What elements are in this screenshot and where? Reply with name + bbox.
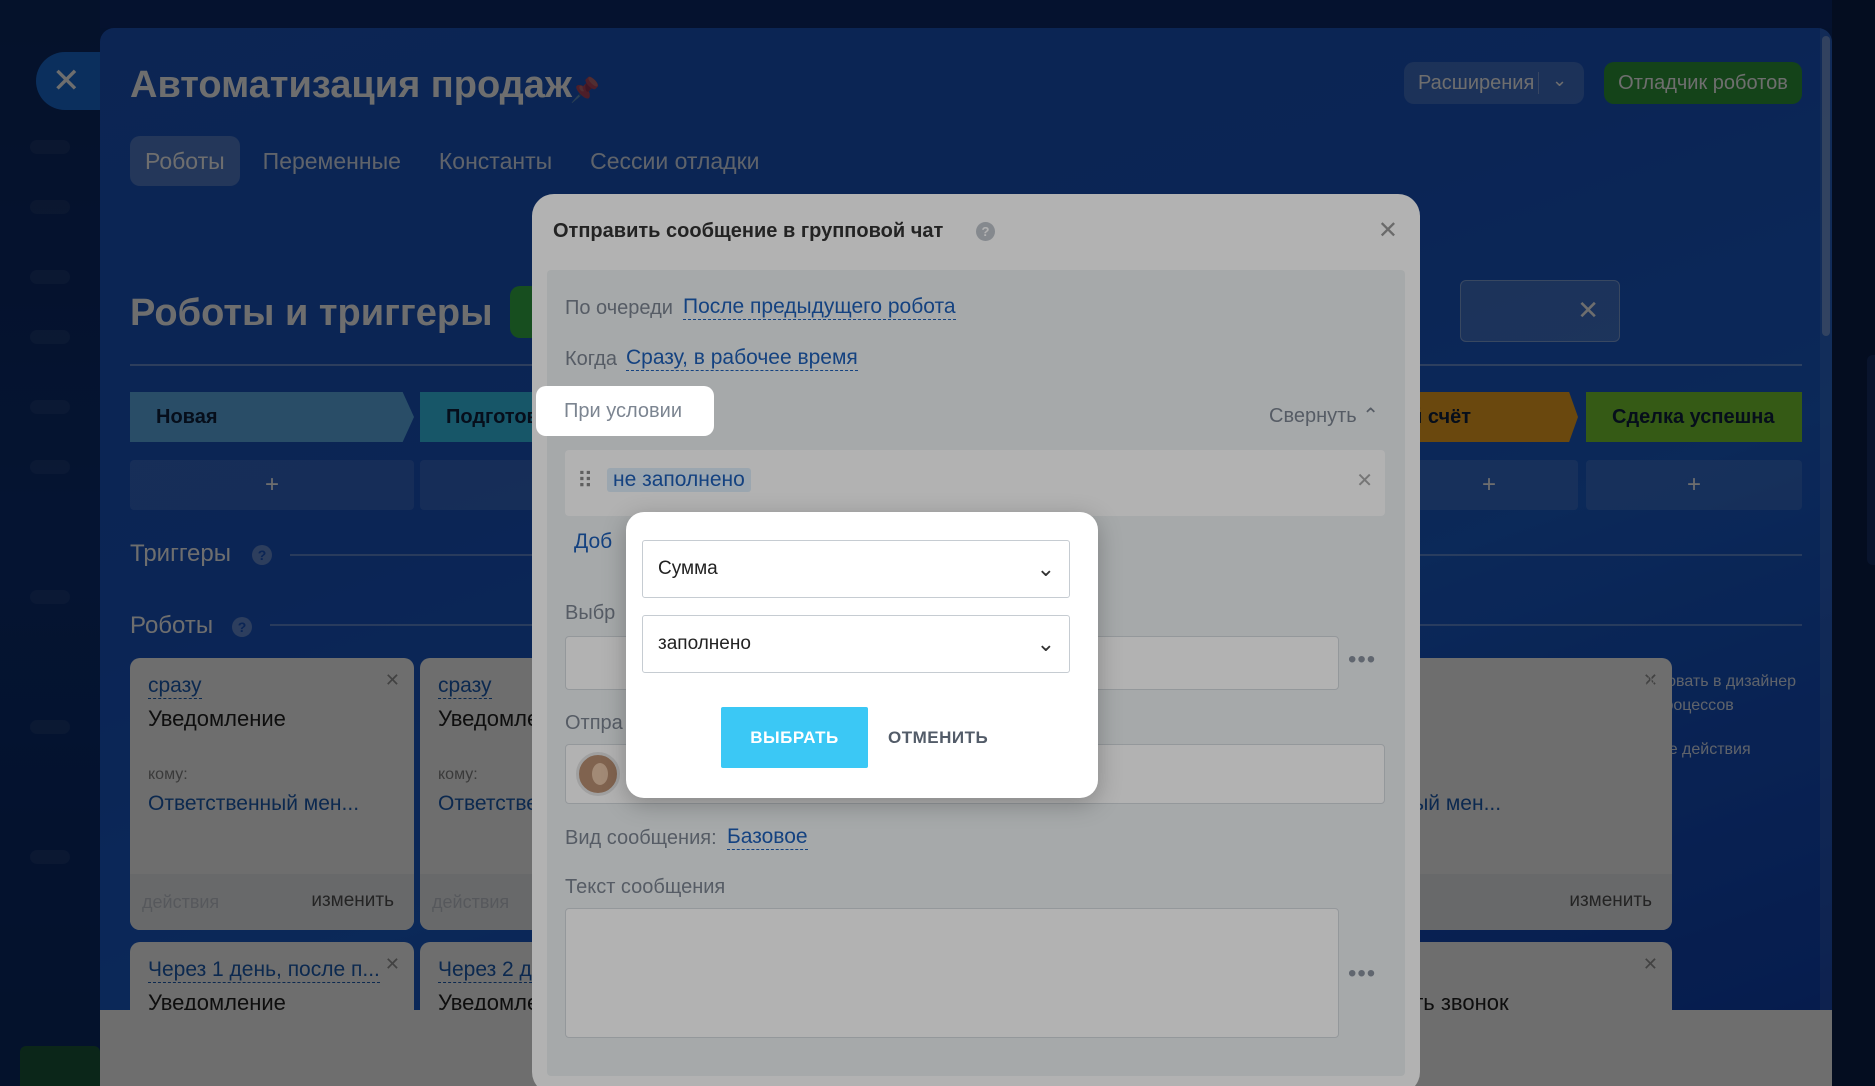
condition-label: При условии <box>536 386 714 436</box>
cancel-button[interactable]: ОТМЕНИТЬ <box>888 707 988 768</box>
chevron-down-icon: ⌄ <box>1036 631 1055 656</box>
select-button[interactable]: ВЫБРАТЬ <box>721 707 868 768</box>
operator-select-value: заполнено <box>658 633 751 654</box>
field-select-value: Сумма <box>658 558 718 579</box>
operator-select[interactable]: заполнено ⌄ <box>642 615 1070 673</box>
field-select[interactable]: Сумма ⌄ <box>642 540 1070 598</box>
condition-editor-dialog: Сумма ⌄ заполнено ⌄ ВЫБРАТЬ ОТМЕНИТЬ <box>626 512 1098 798</box>
chevron-down-icon: ⌄ <box>1036 556 1055 581</box>
